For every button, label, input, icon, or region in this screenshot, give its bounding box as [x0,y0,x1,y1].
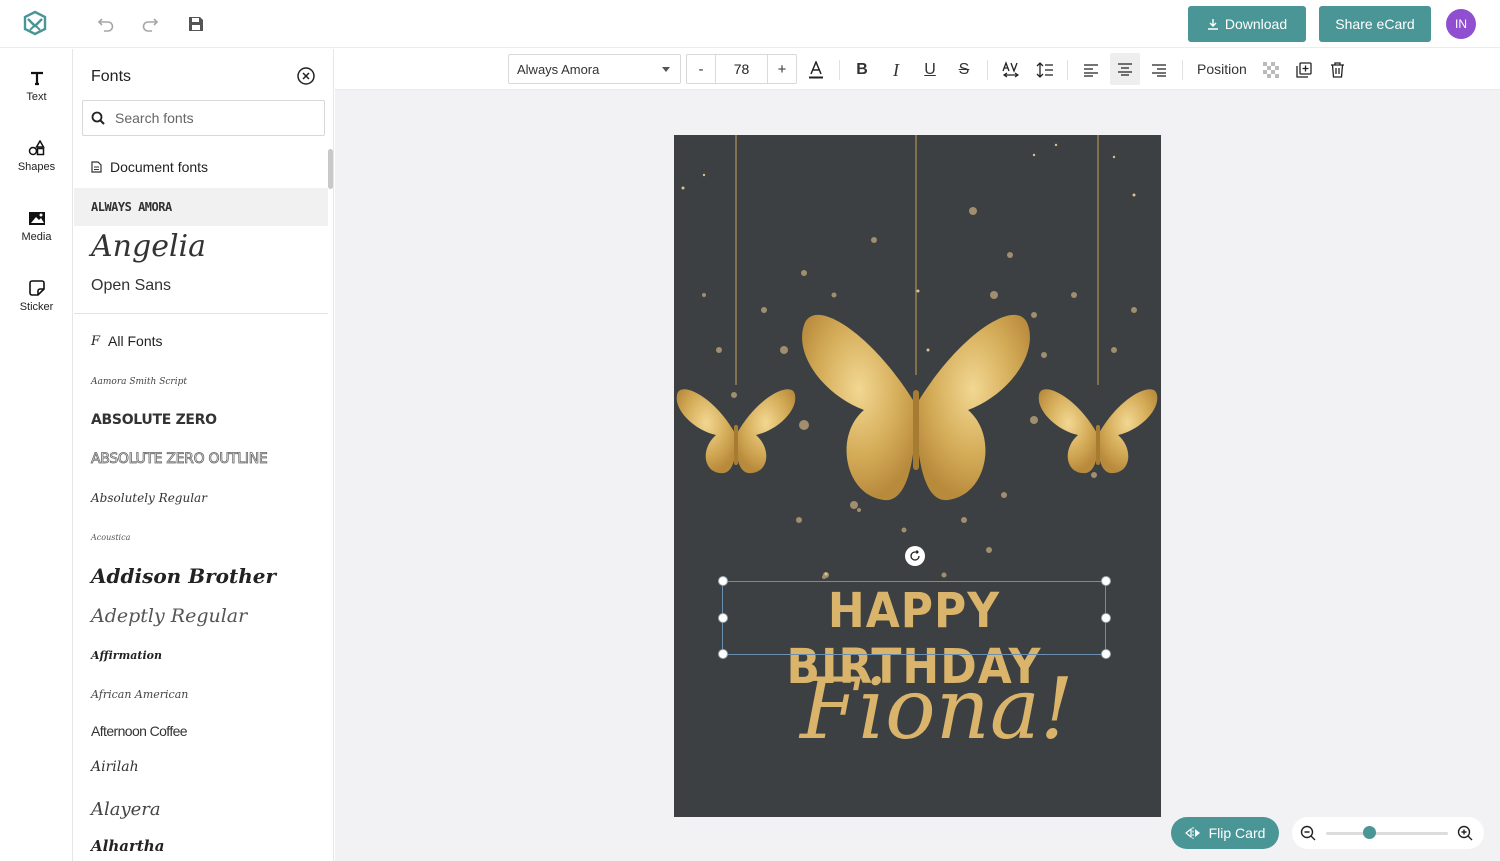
text-color-icon[interactable] [804,58,828,82]
rail-item-shapes[interactable]: Shapes [0,125,73,185]
sticker-icon [28,277,45,299]
transparency-icon[interactable] [1259,58,1283,82]
name-text[interactable]: Fiona! [800,660,1074,758]
italic-icon[interactable]: I [884,58,908,82]
search-input[interactable] [113,109,313,127]
redo-icon[interactable] [138,12,162,36]
download-button[interactable]: Download [1188,6,1306,42]
font-option[interactable]: Afternoon Coffee [74,718,328,744]
resize-handle[interactable] [718,576,728,586]
zoom-in-icon[interactable] [1457,825,1473,841]
divider [74,313,328,314]
font-option[interactable]: African American [74,681,328,707]
line-height-icon[interactable] [1033,58,1057,82]
font-option[interactable]: Alayera [74,794,328,824]
text-toolbar: Always Amora - 78 + B I U S Position [335,49,1500,90]
panel-scrollbar[interactable] [328,149,333,189]
divider [839,60,840,80]
position-button[interactable]: Position [1197,61,1247,77]
font-search[interactable] [82,100,325,136]
zoom-control [1292,817,1484,849]
document-fonts-header: Document fonts [91,159,208,175]
document-fonts-label: Document fonts [110,159,209,175]
divider [987,60,988,80]
font-option[interactable]: Adeptly Regular [74,599,328,633]
align-left-icon[interactable] [1079,58,1103,82]
app-logo-icon[interactable] [22,10,48,36]
font-option[interactable]: Acoustica [74,525,328,549]
resize-handle[interactable] [718,649,728,659]
share-label: Share eCard [1335,16,1415,32]
save-icon[interactable] [184,12,208,36]
download-icon [1207,19,1218,30]
font-icon: F [91,333,101,349]
letter-spacing-icon[interactable] [999,58,1023,82]
search-icon [91,111,105,125]
resize-handle[interactable] [1101,613,1111,623]
font-option-always-amora[interactable]: ALWAYS AMORA [74,188,328,226]
fonts-panel: Fonts Document fonts ALWAYS AMORA Angeli… [74,49,334,861]
resize-handle[interactable] [1101,649,1111,659]
font-option[interactable]: Aamora Smith Script [74,369,328,395]
share-ecard-button[interactable]: Share eCard [1319,6,1431,42]
font-size-decrease-button[interactable]: - [687,55,715,83]
avatar-initials: IN [1455,17,1467,31]
delete-icon[interactable] [1325,58,1349,82]
font-size-value[interactable]: 78 [715,55,768,83]
font-option[interactable]: Absolutely Regular [74,485,328,511]
rail-item-label: Sticker [19,301,54,313]
flip-card-button[interactable]: Flip Card [1171,817,1279,849]
font-size-increase-button[interactable]: + [768,55,796,83]
rail-item-label: Shapes [17,161,56,173]
panel-title: Fonts [91,68,132,85]
underline-icon[interactable]: U [918,58,942,82]
rail-item-label: Text [26,91,47,103]
font-family-select[interactable]: Always Amora [508,54,681,84]
all-fonts-label: All Fonts [108,333,163,349]
font-option[interactable]: Affirmation [74,642,328,668]
chevron-down-icon [662,67,670,72]
font-family-value: Always Amora [517,61,600,77]
resize-handle[interactable] [718,613,728,623]
download-label: Download [1224,16,1288,32]
font-option[interactable]: Airilah [74,754,328,780]
resize-handle[interactable] [1101,576,1111,586]
font-option[interactable]: Alhartha [74,833,328,859]
media-icon [28,207,46,229]
selection-box[interactable] [722,581,1106,655]
rail-item-sticker[interactable]: Sticker [0,265,73,325]
rail-item-media[interactable]: Media [0,195,73,255]
duplicate-icon[interactable] [1292,58,1316,82]
all-fonts-header: F All Fonts [91,333,163,349]
zoom-out-icon[interactable] [1300,825,1316,841]
strikethrough-icon[interactable]: S [952,58,976,82]
close-icon[interactable] [296,66,316,86]
flip-card-label: Flip Card [1208,825,1266,841]
bold-icon[interactable]: B [850,58,874,82]
font-option-angelia[interactable]: Angelia [74,225,328,267]
document-icon [91,161,102,173]
align-right-icon[interactable] [1147,58,1171,82]
undo-icon[interactable] [94,12,118,36]
font-option[interactable]: ABSOLUTE ZERO OUTLINE [74,446,328,472]
text-icon [29,67,45,89]
top-bar: Download Share eCard IN [0,0,1500,48]
align-center-icon[interactable] [1110,53,1140,85]
divider [1182,60,1183,80]
zoom-slider-track[interactable] [1326,832,1448,835]
zoom-slider-handle[interactable] [1362,826,1376,839]
font-option-open-sans[interactable]: Open Sans [74,271,328,301]
avatar[interactable]: IN [1446,9,1476,39]
shapes-icon [28,137,46,159]
divider [1067,60,1068,80]
rail-item-text[interactable]: Text [0,55,73,115]
left-rail: Text Shapes Media Sticker [0,49,73,861]
rail-item-label: Media [21,231,52,243]
font-size-stepper[interactable]: - 78 + [686,54,797,84]
font-option[interactable]: ABSOLUTE ZERO [74,407,328,433]
flip-icon [1184,827,1200,839]
font-option[interactable]: Addison Brother [74,559,328,593]
rotate-icon[interactable] [905,546,925,566]
